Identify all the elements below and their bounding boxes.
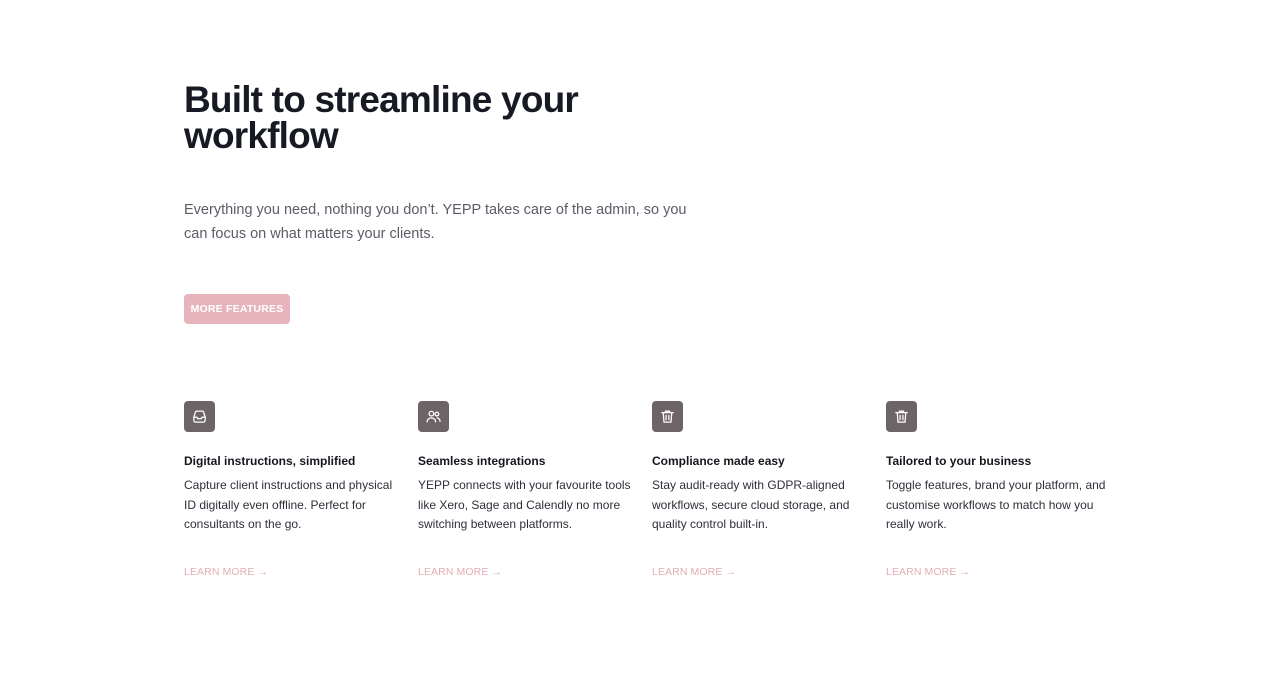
trash-icon: [652, 401, 683, 432]
feature-card-digital-instructions: Digital instructions, simplified Capture…: [184, 401, 404, 578]
inbox-icon: [184, 401, 215, 432]
learn-more-link[interactable]: LEARN MORE →: [418, 565, 502, 579]
feature-description: Toggle features, brand your platform, an…: [886, 478, 1106, 531]
feature-card-tailored: Tailored to your business Toggle feature…: [886, 401, 1106, 578]
trash-icon: [886, 401, 917, 432]
learn-more-link[interactable]: LEARN MORE →: [184, 565, 268, 579]
feature-description: Stay audit-ready with GDPR-aligned workf…: [652, 478, 850, 531]
feature-title: Seamless integrations: [418, 454, 546, 468]
section-subtitle: Everything you need, nothing you don’t. …: [184, 202, 687, 242]
learn-more-link[interactable]: LEARN MORE →: [886, 565, 970, 579]
learn-more-link[interactable]: LEARN MORE →: [652, 565, 736, 579]
features-section: Built to streamline your workflow Everyt…: [0, 0, 1280, 699]
users-icon: [418, 401, 449, 432]
feature-title: Tailored to your business: [886, 454, 1032, 468]
feature-card-integrations: Seamless integrations YEPP connects with…: [418, 401, 638, 578]
feature-description: Capture client instructions and physical…: [184, 478, 393, 531]
feature-title: Digital instructions, simplified: [184, 454, 356, 468]
section-title: Built to streamline your workflow: [184, 79, 579, 156]
feature-card-compliance: Compliance made easy Stay audit-ready wi…: [652, 401, 872, 578]
more-features-button[interactable]: MORE FEATURES: [184, 294, 290, 324]
feature-grid: Digital instructions, simplified Capture…: [184, 401, 1120, 601]
feature-title: Compliance made easy: [652, 454, 785, 468]
feature-description: YEPP connects with your favourite tools …: [418, 478, 631, 531]
